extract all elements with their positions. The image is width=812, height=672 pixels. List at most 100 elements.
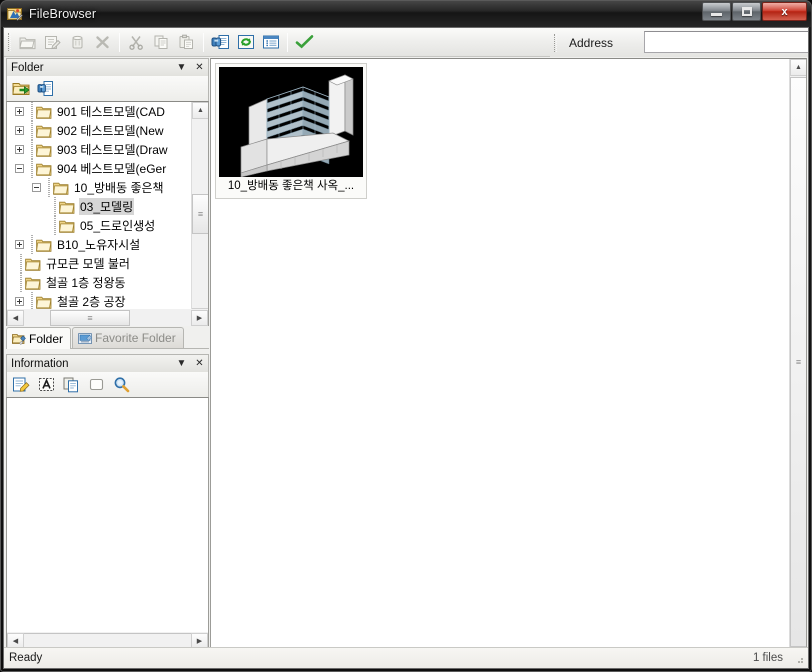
content-vertical-scrollbar[interactable]: ▲ ▼ (789, 59, 806, 665)
tree-connector (15, 273, 25, 292)
tree-item-label: 철골 2층 공장 (57, 295, 126, 309)
tree-connector (15, 254, 25, 273)
tree-item-label: 규모큰 모델 불러 (46, 257, 130, 271)
text-attribute-icon[interactable] (35, 374, 57, 395)
folder-icon (36, 295, 52, 309)
close-button[interactable]: x (762, 2, 807, 21)
tree-collapse-minus-icon[interactable] (32, 183, 41, 192)
tree-hscroll-track[interactable]: ◀ ≡ ▶ (7, 309, 208, 326)
tree-item[interactable]: 903 테스트모델(Draw (7, 140, 192, 159)
open-folder-icon[interactable] (15, 30, 40, 54)
tree-item[interactable]: 철골 2층 공장 (7, 292, 192, 310)
address-input[interactable] (644, 31, 808, 53)
goto-folder-icon[interactable] (10, 78, 32, 99)
cut-scissors-icon[interactable] (124, 30, 149, 54)
tree-item[interactable]: 철골 1층 정왕동 (7, 273, 192, 292)
tree-item-label: 904 베스트모델(eGer (57, 162, 167, 176)
tree-connector (49, 216, 59, 235)
maximize-button[interactable] (732, 2, 761, 21)
scroll-up-arrow[interactable]: ▲ (192, 102, 208, 119)
tree-item[interactable]: 901 테스트모델(CAD (7, 102, 192, 121)
folder-panel: Folder ▼ ✕ 901 테스트모델(CAD 902 테스트모델(New 9… (6, 58, 209, 351)
tree-collapse-minus-icon[interactable] (15, 164, 24, 173)
filebrowser-window: FileBrowser x Address Folder ▼ ✕ 901 테스트… (0, 0, 812, 672)
tree-item[interactable]: B10_노유자시설 (7, 235, 192, 254)
tree-item-label: 902 테스트모델(New (57, 124, 164, 138)
folder-icon (25, 257, 41, 271)
tree-expand-plus-icon[interactable] (15, 126, 24, 135)
tree-item[interactable]: 10_방배동 좋은책 (7, 178, 192, 197)
left-dock: Folder ▼ ✕ 901 테스트모델(CAD 902 테스트모델(New 9… (6, 58, 209, 666)
tree-item-label: B10_노유자시설 (57, 238, 141, 252)
remove-x-icon[interactable] (90, 30, 115, 54)
tab-folder[interactable]: Folder (6, 327, 72, 349)
tree-expand-plus-icon[interactable] (15, 145, 24, 154)
tree-connector (26, 159, 36, 178)
address-bar: Address (550, 28, 808, 57)
scroll-left-arrow[interactable]: ◀ (7, 309, 24, 326)
tree-connector (26, 292, 36, 310)
tab-favorite-folder-label: Favorite Folder (95, 331, 176, 345)
information-panel-caption-buttons: ▼ ✕ (176, 356, 205, 370)
content-scroll-thumb[interactable] (790, 77, 806, 647)
tree-item-label: 05_드로인생성 (80, 219, 156, 233)
close-panel-icon[interactable]: ✕ (194, 60, 205, 74)
address-grip[interactable] (554, 33, 557, 52)
tree-item-label: 901 테스트모델(CAD (57, 105, 165, 119)
tree-item[interactable]: 규모큰 모델 불러 (7, 254, 192, 273)
favorite-tab-icon (78, 332, 92, 345)
find-in-document-icon[interactable] (35, 78, 57, 99)
file-list-view[interactable]: 10_방배동 좋은책 사옥_... ▲ ▼ (210, 58, 807, 666)
paste-icon[interactable] (174, 30, 199, 54)
find-binoculars-icon[interactable] (208, 30, 233, 54)
information-panel-caption: Information ▼ ✕ (6, 354, 209, 372)
edit-note-icon[interactable] (10, 374, 32, 395)
rename-edit-icon[interactable] (40, 30, 65, 54)
tree-hscroll-thumb[interactable]: ≡ (50, 309, 130, 326)
information-panel-body[interactable] (6, 397, 209, 649)
content-scroll-up-arrow[interactable]: ▲ (790, 59, 806, 76)
close-icon: x (781, 5, 788, 18)
info-close-panel-icon[interactable]: ✕ (194, 356, 205, 370)
tab-favorite-folder[interactable]: Favorite Folder (72, 327, 184, 348)
magnifier-icon[interactable] (110, 374, 132, 395)
refresh-icon[interactable] (233, 30, 258, 54)
scroll-right-arrow[interactable]: ▶ (191, 309, 208, 326)
folder-icon (53, 181, 69, 195)
toolbar-grip[interactable] (8, 33, 11, 51)
copy-info-icon[interactable] (60, 374, 82, 395)
address-label: Address (569, 35, 614, 50)
tree-horizontal-scrollbar[interactable]: ◀ ≡ ▶ (7, 309, 208, 326)
copy-icon[interactable] (149, 30, 174, 54)
confirm-check-icon[interactable] (292, 30, 317, 54)
toolbar-separator-2 (203, 32, 204, 52)
details-view-icon[interactable] (258, 30, 283, 54)
chevron-down-icon[interactable]: ▼ (176, 60, 187, 74)
tree-scroll-thumb[interactable] (192, 194, 208, 234)
info-chevron-down-icon[interactable]: ▼ (176, 356, 187, 370)
tree-connector (26, 102, 36, 121)
main-toolbar: Address (4, 28, 808, 57)
tree-expand-plus-icon[interactable] (15, 240, 24, 249)
delete-trash-icon[interactable] (65, 30, 90, 54)
blank-page-icon[interactable] (85, 374, 107, 395)
minimize-button[interactable] (702, 2, 731, 21)
folder-panel-toolbar (6, 76, 209, 101)
minimize-glyph (703, 3, 730, 20)
file-thumbnail-item[interactable]: 10_방배동 좋은책 사옥_... (215, 63, 367, 199)
folder-panel-caption: Folder ▼ ✕ (6, 58, 209, 76)
tree-vertical-scrollbar[interactable]: ▲ ▼ (191, 102, 208, 325)
window-controls: x (702, 2, 807, 21)
tree-item[interactable]: 902 테스트모델(New (7, 121, 192, 140)
resize-grip-icon[interactable] (791, 651, 806, 666)
folder-tree[interactable]: 901 테스트모델(CAD 902 테스트모델(New 903 테스트모델(Draw… (6, 101, 209, 326)
tree-expand-plus-icon[interactable] (15, 297, 24, 306)
tree-item[interactable]: 05_드로인생성 (7, 216, 192, 235)
tree-item[interactable]: 904 베스트모델(eGer (7, 159, 192, 178)
window-titlebar[interactable]: FileBrowser x (0, 0, 812, 27)
tree-item[interactable]: 03_모델링 (7, 197, 192, 216)
information-panel-toolbar (6, 372, 209, 397)
tree-expand-plus-icon[interactable] (15, 107, 24, 116)
file-thumbnail-label: 10_방배동 좋은책 사옥_... (227, 180, 355, 192)
folder-panel-title: Folder (11, 61, 44, 74)
